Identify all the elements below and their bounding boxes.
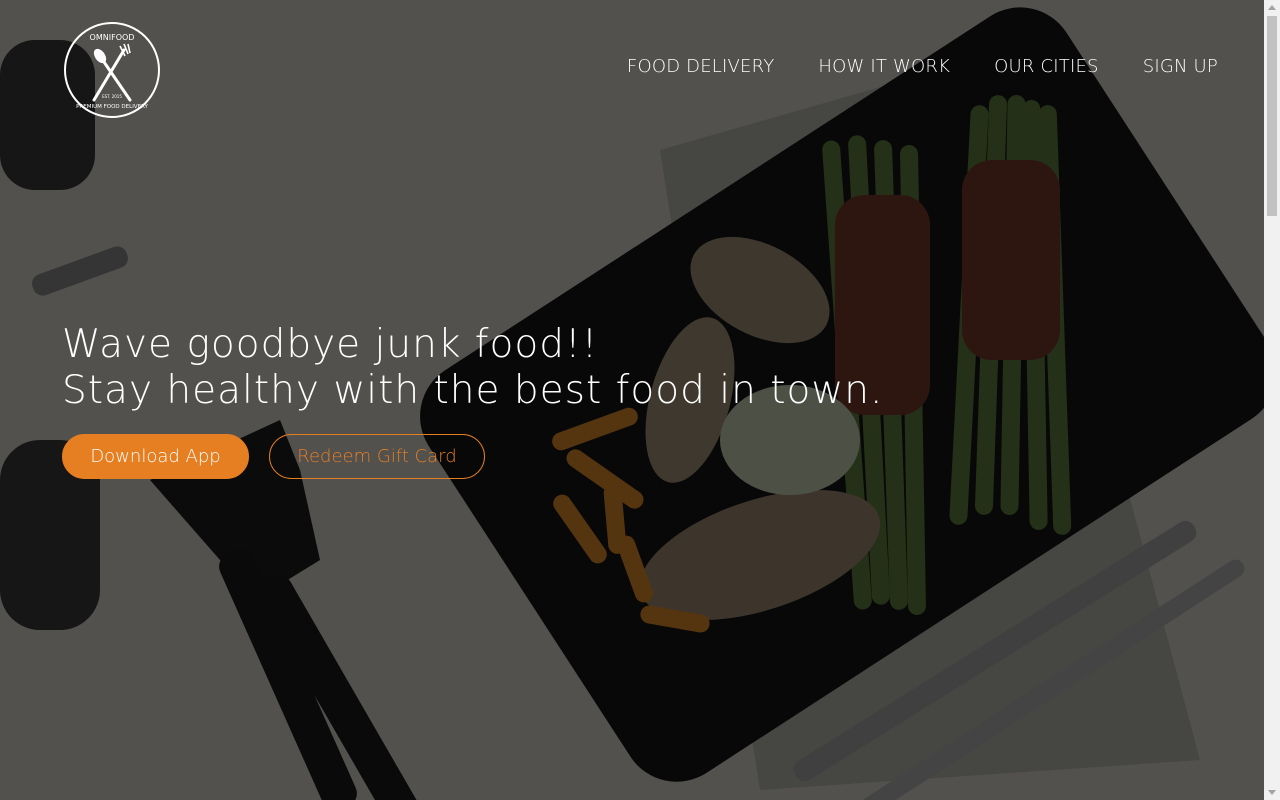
landing-page: OMNIFOOD EST. 2015 PREMIUM FOOD DELIVERY… — [0, 0, 1280, 800]
scrollbar-thumb[interactable] — [1267, 16, 1277, 216]
omnifood-logo[interactable]: OMNIFOOD EST. 2015 PREMIUM FOOD DELIVERY — [62, 20, 162, 120]
nav-item-sign-up[interactable]: SIGN UP — [1143, 56, 1218, 83]
logo-tagline-text: PREMIUM FOOD DELIVERY — [76, 104, 148, 110]
logo-brand-text: OMNIFOOD — [90, 33, 135, 42]
main-nav: FOOD DELIVERY HOW IT WORK OUR CITIES SIG… — [583, 56, 1218, 83]
vertical-scrollbar[interactable] — [1264, 0, 1280, 800]
scroll-up-arrow-icon[interactable] — [1268, 5, 1276, 10]
hero-buttons: Download App Redeem Gift Card — [62, 434, 485, 479]
nav-item-how-it-work[interactable]: HOW IT WORK — [818, 56, 950, 83]
hero-headline: Wave goodbye junk food!! Stay healthy wi… — [62, 322, 883, 414]
redeem-gift-card-button[interactable]: Redeem Gift Card — [269, 434, 485, 479]
nav-item-our-cities[interactable]: OUR CITIES — [994, 56, 1099, 83]
hero-text-box: Wave goodbye junk food!! Stay healthy wi… — [62, 322, 883, 414]
hero-headline-line2: Stay healthy with the best food in town. — [62, 368, 884, 413]
hero-headline-line1: Wave goodbye junk food!! — [62, 322, 599, 367]
scroll-down-arrow-icon[interactable] — [1268, 790, 1276, 795]
nav-item-food-delivery[interactable]: FOOD DELIVERY — [627, 56, 774, 83]
logo-est-text: EST. 2015 — [102, 94, 122, 99]
download-app-button[interactable]: Download App — [62, 434, 249, 479]
